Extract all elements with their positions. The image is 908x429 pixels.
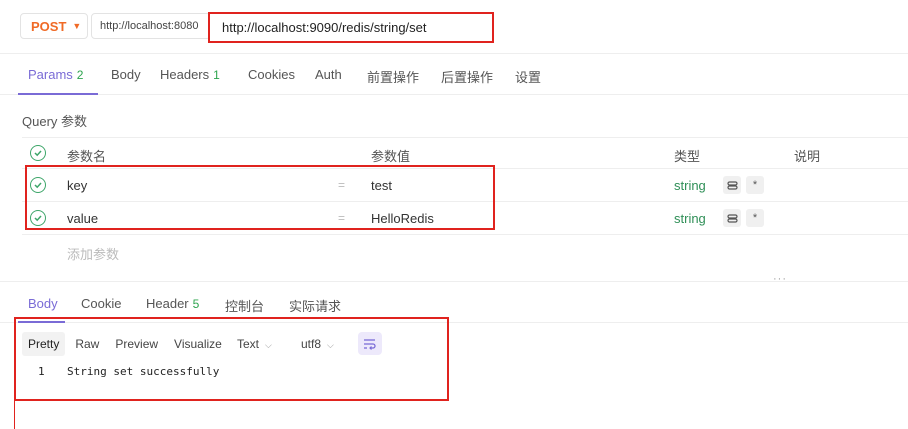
link-icon[interactable] [723,209,741,227]
column-name: 参数名 [67,149,107,164]
panel-splitter[interactable] [0,281,908,282]
url-input[interactable]: http://localhost:9090/redis/string/set [208,12,494,43]
request-tabs: Params 2 Body Headers 1 Cookies Auth 前置操作 … [0,55,908,95]
add-param-button[interactable]: 添加参数 [67,244,119,263]
tab-response-cookie[interactable]: Cookie [81,296,121,311]
tab-response-header[interactable]: Header 5 [146,296,199,311]
tab-console[interactable]: 控制台 [225,296,264,315]
select-all-checkbox[interactable] [30,145,46,161]
tab-cookies[interactable]: Cookies [248,67,295,82]
link-icon[interactable] [723,176,741,194]
tab-actual-request[interactable]: 实际请求 [289,296,341,315]
chevron-down-icon: ▼ [72,21,82,31]
highlight-box-response [14,317,449,401]
method-select[interactable]: POST ▼ [20,13,88,39]
tab-post-operations[interactable]: 后置操作 [441,67,493,86]
tab-params[interactable]: Params 2 [28,67,83,82]
active-tab-indicator [18,93,98,95]
tab-body[interactable]: Body [111,67,141,82]
tab-response-body[interactable]: Body [28,296,58,311]
column-description: 说明 [794,149,821,164]
column-value: 参数值 [371,149,411,164]
selection-edge [14,317,15,429]
check-icon [34,150,42,157]
required-toggle[interactable]: * [746,209,764,227]
tab-headers[interactable]: Headers 1 [160,67,220,82]
url-bar: POST ▼ http://localhost:8080 http://loca… [0,0,908,54]
tab-pre-operations[interactable]: 前置操作 [367,67,419,86]
column-type: 类型 [674,149,701,164]
environment-url[interactable]: http://localhost:8080 [91,13,211,39]
tab-settings[interactable]: 设置 [515,67,541,86]
tab-auth[interactable]: Auth [315,67,342,82]
param-type[interactable]: string [674,211,706,226]
highlight-box-params [25,165,495,230]
method-label: POST [31,18,67,34]
param-type[interactable]: string [674,178,706,193]
query-params-title: Query 参数 [22,114,88,129]
required-toggle[interactable]: * [746,176,764,194]
